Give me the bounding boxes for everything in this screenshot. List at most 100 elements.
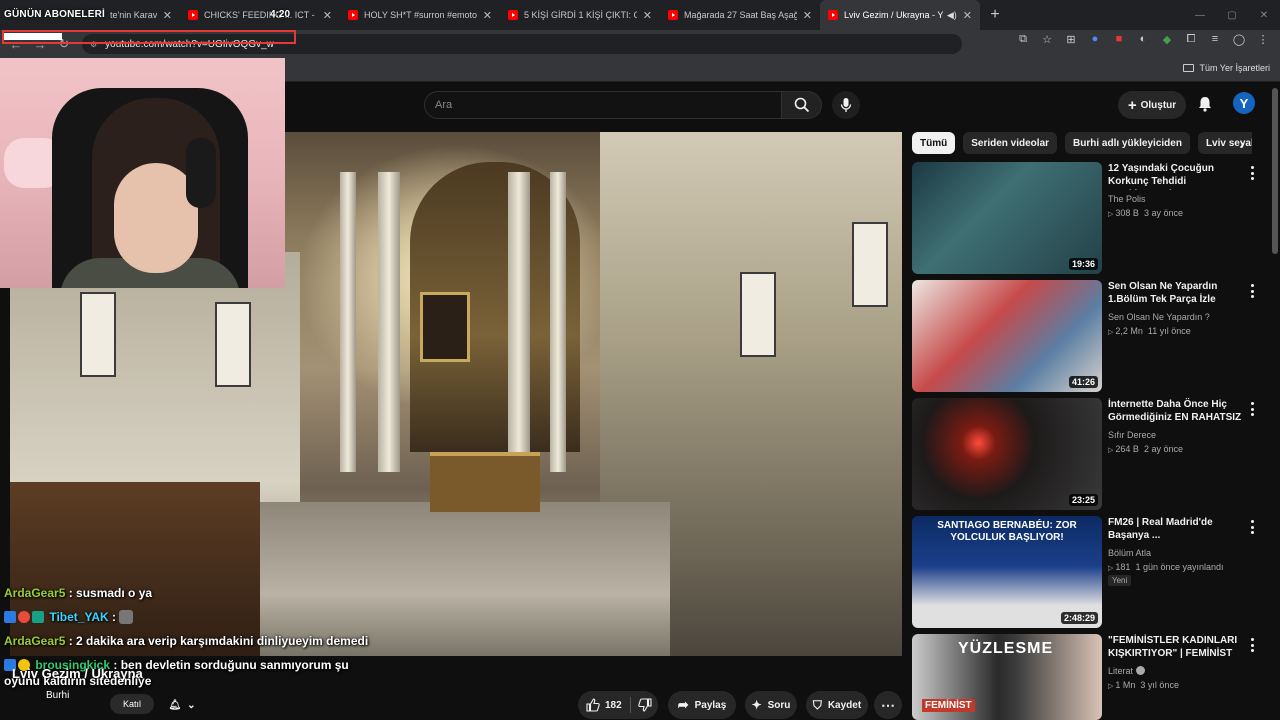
more-vert-icon[interactable] [1248,520,1256,534]
speaker-icon[interactable]: ◀) [947,10,957,21]
dislike-button[interactable] [638,698,652,715]
youtube-favicon-icon [508,10,518,20]
recommendation-title[interactable]: İnternette Daha Önce Hiç Görmediğiniz EN… [1108,398,1242,426]
view-count: 264 B [1115,444,1139,454]
chip-all[interactable]: Tümü [912,132,956,154]
chip-uploader[interactable]: Burhi adlı yükleyiciden [1065,132,1190,154]
subscribers-overlay-label: GÜNÜN ABONELERİ [4,9,105,20]
microphone-icon [840,98,852,112]
more-actions-button[interactable]: ⋯ [874,691,902,719]
close-icon[interactable]: ✕ [803,9,812,22]
view-count: 308 B [1115,208,1139,218]
like-button[interactable]: 182 [586,698,622,712]
cast-icon[interactable]: ⧉ [1016,32,1030,46]
folder-icon [1183,64,1195,72]
video-thumbnail[interactable]: 23:25 [912,398,1102,510]
extension-blue-icon[interactable]: ● [1088,32,1102,46]
profile-icon[interactable]: ◯ [1232,32,1246,46]
recommendation-title[interactable]: "FEMİNİSTLER KADINLARI KIŞKIRTIYOR" | FE… [1108,634,1242,662]
star-icon[interactable]: ☆ [1040,32,1054,46]
close-icon[interactable]: ✕ [323,9,332,22]
chevron-down-icon: ⌄ [187,699,196,711]
play-icon: ▷ [1108,683,1114,690]
page-scrollbar[interactable] [1272,88,1278,254]
recommendation-item[interactable]: 23:25 İnternette Daha Önce Hiç Görmediği… [912,398,1262,510]
chip-series[interactable]: Seriden videolar [963,132,1058,154]
video-scene-table [430,452,540,512]
bell-icon: 🔔︎ [168,699,182,711]
close-icon[interactable]: ✕ [483,9,492,22]
extension-gray-icon[interactable]: ◐ [1136,32,1150,46]
search-button[interactable] [782,91,822,119]
chevron-right-icon[interactable]: › [1232,133,1252,153]
view-count: 1 Mn [1115,680,1136,690]
close-window-icon[interactable]: ✕ [1248,0,1280,30]
video-scene-banner [80,292,116,377]
close-icon[interactable]: ✕ [643,9,652,22]
puzzle-icon[interactable]: ⧠ [1184,32,1198,46]
extension-icons: ⧉ ☆ ⊞ ● ■ ◐ ◆ ⧠ ≡ ◯ ⋮ [1016,32,1270,46]
account-avatar[interactable]: Y [1233,92,1255,114]
maximize-icon[interactable]: ▢ [1216,0,1248,30]
more-vert-icon[interactable] [1248,638,1256,652]
video-thumbnail[interactable]: 41:26 [912,280,1102,392]
voice-search-button[interactable] [832,91,860,119]
video-thumbnail[interactable]: YÜZLESME FEMİNİST [912,634,1102,720]
notifications-button[interactable] [1194,93,1216,115]
menu-dots-icon[interactable]: ⋮ [1256,32,1270,46]
chat-text: : susmadı o ya [65,586,153,600]
tab-title: 5 KİŞİ GİRDİ 1 KİŞİ ÇIKTI: Gollum [524,10,637,20]
translate-icon[interactable]: ⊞ [1064,32,1078,46]
recommendation-item[interactable]: 41:26 Sen Olsan Ne Yapardın 1.Bölüm Tek … [912,280,1262,392]
chat-message: Tibet_YAK : [4,609,384,625]
minimize-icon[interactable]: — [1184,0,1216,30]
extension-red-icon[interactable]: ■ [1112,32,1126,46]
reading-list-icon[interactable]: ≡ [1208,32,1222,46]
badge-icon [18,611,30,623]
video-thumbnail[interactable]: 19:36 [912,162,1102,274]
video-scene-banner [740,272,776,357]
video-thumbnail[interactable]: SANTIAGO BERNABÉU: ZOR YOLCULUK BAŞLIYOR… [912,516,1102,628]
ask-button[interactable]: ✦ Soru [745,691,797,719]
recommendation-item[interactable]: YÜZLESME FEMİNİST "FEMİNİSTLER KADINLARI… [912,634,1262,720]
extension-green-icon[interactable]: ◆ [1160,32,1174,46]
chat-username: ArdaGear5 [4,586,66,600]
recommendation-channel[interactable]: Bölüm Atla [1108,548,1151,558]
recommendation-title[interactable]: Sen Olsan Ne Yapardın 1.Bölüm Tek Parça … [1108,280,1242,306]
browser-tab[interactable]: 5 KİŞİ GİRDİ 1 KİŞİ ÇIKTI: Gollum ✕ [500,0,660,30]
close-icon[interactable]: ✕ [163,9,172,22]
more-vert-icon[interactable] [1248,402,1256,416]
more-vert-icon[interactable] [1248,284,1256,298]
browser-tab[interactable]: CHICKS' FEEDING ... ICT - Y ✕ [180,0,340,30]
new-tab-button[interactable]: + [984,4,1006,26]
create-button[interactable]: + Oluştur [1118,91,1186,119]
more-vert-icon[interactable] [1248,166,1256,180]
share-button[interactable]: ➦ Paylaş [668,691,736,719]
join-button[interactable]: Katıl [110,694,154,714]
duration-badge: 19:36 [1068,258,1098,270]
upload-age: 3 ay önce [1143,208,1183,218]
window-controls: — ▢ ✕ [1184,0,1280,30]
recommendation-channel[interactable]: Sıfır Derece [1108,430,1156,440]
recommendation-channel[interactable]: Sen Olsan Ne Yapardın ? [1108,312,1210,322]
browser-tab[interactable]: Mağarada 27 Saat Baş Aşağı Sa ✕ [660,0,820,30]
browser-tab[interactable]: HOLY SH*T #surron #emoto #d ✕ [340,0,500,30]
save-button[interactable]: ⛉ Kaydet [806,691,868,719]
recommendation-channel[interactable]: The Polis [1108,194,1146,204]
recommendation-title[interactable]: 12 Yaşındaki Çocuğun Korkunç Tehdidi Tut… [1108,162,1242,190]
duration-badge: 23:25 [1068,494,1098,506]
save-label: Kaydet [827,699,862,711]
youtube-favicon-icon [828,10,838,20]
search-input[interactable]: Ara [424,91,782,119]
recommendation-title[interactable]: FM26 | Real Madrid'de Başanya ... [1108,516,1242,542]
video-scene-icon [420,292,470,362]
browser-tab-active[interactable]: Lviv Gezim / Ukrayna - You ◀) ✕ [820,0,980,30]
subscribe-bell-button[interactable]: 🔔︎ ⌄ [158,691,206,719]
recommendation-channel[interactable]: Literat [1108,666,1146,676]
all-bookmarks-button[interactable]: Tüm Yer İşaretleri [1183,63,1270,73]
channel-name[interactable]: Burhi [46,690,69,701]
share-arrow-icon: ➦ [677,697,689,712]
recommendation-item[interactable]: 19:36 12 Yaşındaki Çocuğun Korkunç Tehdi… [912,162,1262,274]
recommendation-item[interactable]: SANTIAGO BERNABÉU: ZOR YOLCULUK BAŞLIYOR… [912,516,1262,628]
close-icon[interactable]: ✕ [963,9,972,22]
